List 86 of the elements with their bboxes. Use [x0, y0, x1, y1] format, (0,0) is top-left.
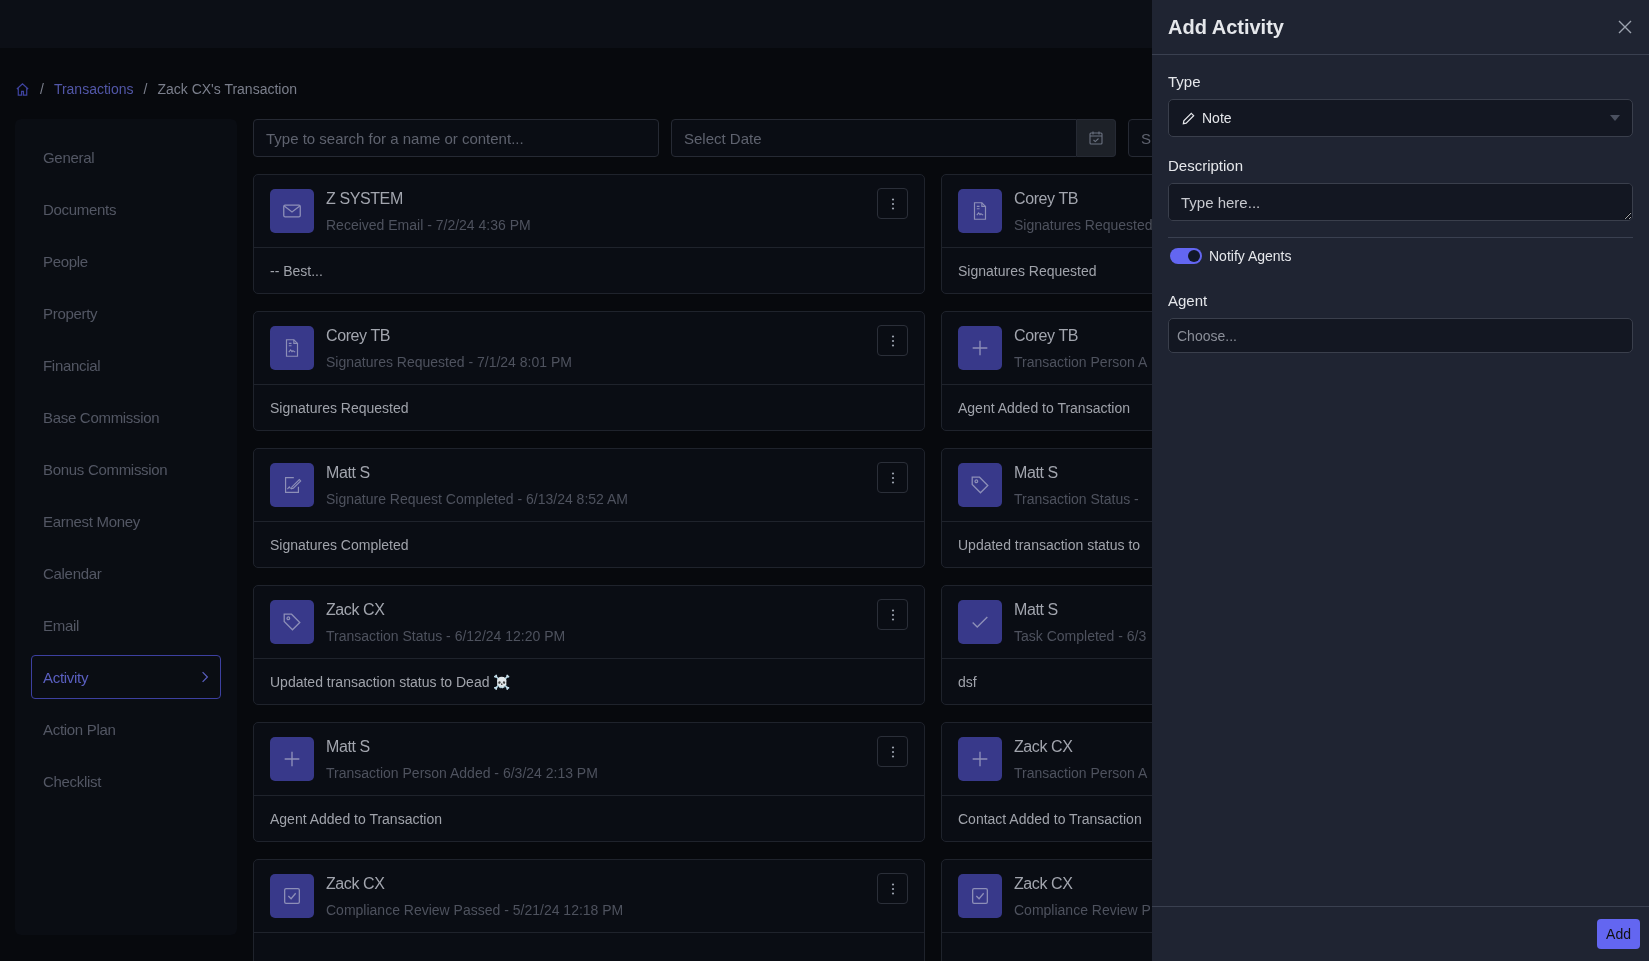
dots-icon — [890, 470, 895, 485]
activity-text: Updated transaction status to — [958, 536, 1141, 553]
activity-subtitle: Signatures Requested — [1014, 216, 1152, 233]
search-field[interactable]: Type to search for a name or content... — [253, 119, 659, 157]
breadcrumb-current: Zack CX's Transaction — [157, 81, 298, 97]
activity-text: Contact Added to Transaction — [958, 810, 1142, 827]
calendar-icon — [1088, 130, 1104, 146]
sidebar-item[interactable]: Financial — [31, 343, 221, 387]
breadcrumb-separator: / — [143, 81, 148, 97]
author-name: Corey TB — [326, 326, 392, 345]
activity-subtitle: Transaction Status - 6/12/24 12:20 PM — [326, 627, 567, 644]
sidebar-item[interactable]: Earnest Money — [31, 499, 221, 543]
sidebar-item[interactable]: Activity — [31, 655, 221, 699]
tag-icon — [969, 474, 991, 496]
field-label: Agent — [1168, 292, 1209, 309]
activity-subtitle: Signatures Requested - 7/1/24 8:01 PM — [326, 353, 573, 370]
checkbox-icon — [281, 885, 303, 907]
author-name: Matt S — [1014, 600, 1059, 619]
author-name: Corey TB — [1014, 189, 1080, 208]
sidebar-item[interactable]: Checklist — [31, 759, 221, 803]
activity-subtitle: Signature Request Completed - 6/13/24 8:52 AM — [326, 490, 629, 507]
activity-subtitle: Task Completed - 6/3 — [1014, 627, 1148, 644]
agent-select[interactable]: Choose... — [1168, 318, 1633, 353]
breadcrumb-link[interactable]: Transactions — [53, 81, 134, 97]
description-field[interactable]: Type here... — [1168, 183, 1633, 221]
author-name: Zack CX — [326, 874, 386, 893]
dots-icon — [890, 196, 895, 211]
author-name: Matt S — [326, 463, 371, 482]
sidebar-item[interactable]: Action Plan — [31, 707, 221, 751]
checkbox-icon — [969, 885, 991, 907]
tag-icon — [281, 611, 303, 633]
author-name: Zack CX — [1014, 737, 1074, 756]
activity-text: Updated transaction status to Dead ☠ — [270, 673, 511, 690]
chevron-icon — [201, 670, 209, 684]
author-name: Matt S — [326, 737, 371, 756]
author-name: Zack CX — [326, 600, 386, 619]
sidebar-item[interactable]: Email — [31, 603, 221, 647]
activity-subtitle: Transaction Person A — [1014, 764, 1149, 781]
sidebar-item[interactable]: People — [31, 239, 221, 283]
more-options-button[interactable] — [877, 873, 908, 904]
activity-text: Agent Added to Transaction — [958, 399, 1130, 416]
activity-text: dsf — [958, 673, 977, 690]
more-options-button[interactable] — [877, 188, 908, 219]
toggle-switch[interactable] — [1170, 248, 1202, 264]
panel-title: Add Activity — [1168, 15, 1284, 39]
toggle-label: Notify Agents — [1209, 248, 1292, 264]
dots-icon — [890, 881, 895, 896]
filter-field[interactable]: S — [1128, 119, 1152, 157]
caret-icon — [1610, 115, 1620, 121]
sidebar-item[interactable]: General — [31, 135, 221, 179]
activity-text: Signatures Completed — [270, 536, 409, 553]
author-name: Corey TB — [1014, 326, 1080, 345]
dots-icon — [890, 607, 895, 622]
activity-subtitle: Received Email - 7/2/24 4:36 PM — [326, 216, 532, 233]
sidebar-item[interactable]: Bonus Commission — [31, 447, 221, 491]
close-icon[interactable] — [1617, 19, 1633, 35]
more-options-button[interactable] — [877, 736, 908, 767]
activity-text: Signatures Requested — [270, 399, 409, 416]
more-options-button[interactable] — [877, 462, 908, 493]
activity-subtitle: Compliance Review Passed - 5/21/24 12:18 PM — [326, 901, 625, 918]
breadcrumb-separator: / — [40, 81, 44, 97]
sidebar-item[interactable]: Calendar — [31, 551, 221, 595]
field-label: Description — [1168, 157, 1245, 174]
type-select[interactable]: Note — [1168, 99, 1633, 137]
activity-subtitle: Transaction Person Added - 6/3/24 2:13 PM — [326, 764, 599, 781]
activity-text: -- Best... — [270, 262, 323, 279]
home-icon[interactable] — [15, 81, 30, 97]
more-options-button[interactable] — [877, 599, 908, 630]
activity-subtitle: Transaction Person A — [1014, 353, 1149, 370]
activity-text: Agent Added to Transaction — [270, 810, 442, 827]
add-button[interactable]: Add — [1597, 919, 1640, 949]
sidebar-item[interactable]: Base Commission — [31, 395, 221, 439]
author-name: Matt S — [1014, 463, 1059, 482]
calendar-button[interactable] — [1077, 119, 1116, 157]
dots-icon — [890, 333, 895, 348]
pencil-icon — [1181, 110, 1196, 126]
activity-subtitle: Transaction Status - — [1014, 490, 1140, 507]
more-options-button[interactable] — [877, 325, 908, 356]
activity-subtitle: Compliance Review P — [1014, 901, 1152, 918]
author-name: Zack CX — [1014, 874, 1074, 893]
field-label: Type — [1168, 73, 1202, 90]
dots-icon — [890, 744, 895, 759]
sidebar-item[interactable]: Documents — [31, 187, 221, 231]
author-name: Z SYSTEM — [326, 189, 404, 208]
activity-text: Signatures Requested — [958, 262, 1097, 279]
sidebar-item[interactable]: Property — [31, 291, 221, 335]
